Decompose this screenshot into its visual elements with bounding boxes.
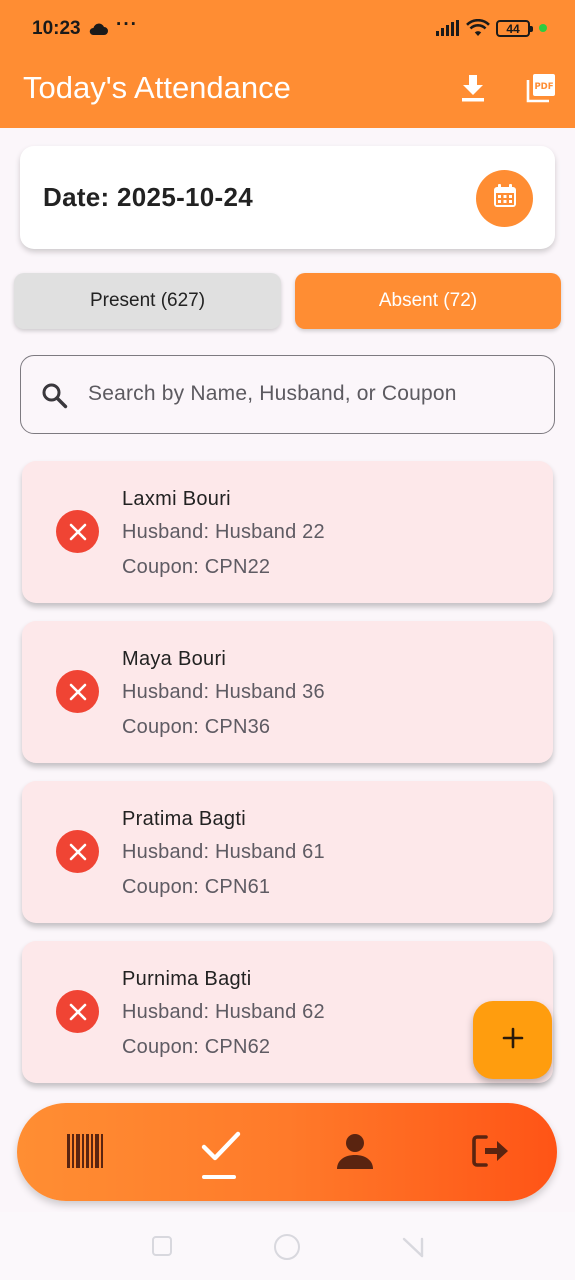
- page-title: Today's Attendance: [23, 70, 291, 105]
- search-icon: [41, 382, 68, 414]
- calendar-button[interactable]: [476, 170, 533, 227]
- logout-icon: [472, 1134, 510, 1173]
- search-placeholder: Search by Name, Husband, or Coupon: [88, 382, 457, 405]
- member-name: Pratima Bagti: [122, 808, 246, 830]
- pdf-icon: PDF: [525, 72, 557, 109]
- plus-icon: [501, 1026, 525, 1055]
- system-nav-bar: [0, 1212, 575, 1280]
- bottom-nav: [17, 1103, 557, 1201]
- signal-icon: [436, 20, 460, 42]
- nav-logout[interactable]: [467, 1129, 515, 1177]
- green-dot-indicator: [539, 24, 547, 32]
- absent-x-icon: [56, 670, 99, 713]
- member-coupon: Coupon: CPN22: [122, 556, 271, 578]
- list-item[interactable]: Pratima Bagti Husband: Husband 61 Coupon…: [22, 781, 553, 923]
- member-name: Laxmi Bouri: [122, 488, 231, 510]
- calendar-icon: [492, 183, 518, 214]
- person-icon: [336, 1132, 374, 1175]
- check-icon: [201, 1131, 241, 1168]
- tab-absent[interactable]: Absent (72): [295, 273, 561, 329]
- member-husband: Husband: Husband 62: [122, 1001, 325, 1023]
- battery-indicator: 44: [496, 20, 533, 37]
- download-icon: [460, 74, 486, 107]
- member-coupon: Coupon: CPN36: [122, 716, 271, 738]
- member-name: Purnima Bagti: [122, 968, 252, 990]
- list-item[interactable]: Laxmi Bouri Husband: Husband 22 Coupon: …: [22, 461, 553, 603]
- nav-attendance[interactable]: [197, 1125, 245, 1179]
- wifi-icon: [466, 18, 490, 43]
- nav-scan[interactable]: [61, 1129, 109, 1177]
- member-coupon: Coupon: CPN62: [122, 1036, 271, 1058]
- member-name: Maya Bouri: [122, 648, 227, 670]
- svg-text:PDF: PDF: [534, 82, 553, 92]
- add-button[interactable]: [473, 1001, 552, 1079]
- barcode-icon: [66, 1133, 104, 1174]
- pdf-export-button[interactable]: PDF: [523, 72, 559, 108]
- back-icon[interactable]: [402, 1236, 424, 1263]
- app-bar: 10:23 ··· 44 Today's Attendance PDF: [0, 0, 575, 128]
- absent-x-icon: [56, 990, 99, 1033]
- list-item[interactable]: Maya Bouri Husband: Husband 36 Coupon: C…: [22, 621, 553, 763]
- member-husband: Husband: Husband 22: [122, 521, 325, 543]
- nav-profile[interactable]: [331, 1129, 379, 1177]
- download-button[interactable]: [455, 72, 491, 108]
- absent-x-icon: [56, 830, 99, 873]
- tab-present[interactable]: Present (627): [14, 273, 281, 329]
- status-time: 10:23: [32, 18, 81, 39]
- date-card: Date: 2025-10-24: [20, 146, 555, 249]
- date-label: Date: 2025-10-24: [43, 182, 254, 212]
- status-more-dots: ···: [116, 14, 138, 35]
- recents-icon[interactable]: [152, 1236, 172, 1256]
- status-bar: 10:23 ··· 44: [0, 0, 575, 58]
- member-husband: Husband: Husband 61: [122, 841, 325, 863]
- absent-x-icon: [56, 510, 99, 553]
- search-input[interactable]: Search by Name, Husband, or Coupon: [20, 355, 555, 434]
- cloud-icon: [88, 20, 108, 42]
- active-indicator: [202, 1175, 236, 1179]
- home-icon[interactable]: [274, 1234, 300, 1260]
- member-coupon: Coupon: CPN61: [122, 876, 271, 898]
- member-husband: Husband: Husband 36: [122, 681, 325, 703]
